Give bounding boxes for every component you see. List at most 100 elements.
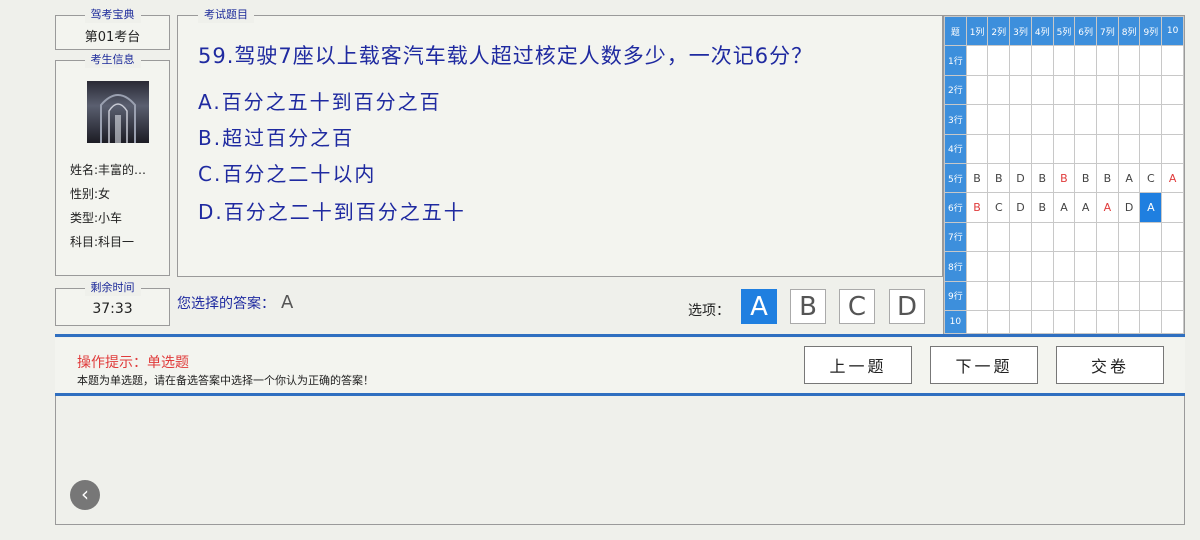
grid-cell[interactable] [1009,45,1032,76]
grid-cell[interactable] [1096,104,1119,135]
grid-cell[interactable] [987,45,1011,76]
grid-cell[interactable] [1139,104,1163,135]
grid-cell[interactable] [965,309,989,335]
grid-cell[interactable] [1139,280,1163,311]
grid-cell[interactable] [1096,221,1119,253]
grid-cell[interactable] [965,280,989,311]
grid-cell[interactable] [1052,280,1076,311]
grid-cell[interactable]: B [1096,162,1119,194]
grid-cell[interactable] [1074,133,1098,164]
grid-cell[interactable] [987,309,1011,335]
grid-cell[interactable]: B [1052,162,1076,194]
chevron-left-icon[interactable]: ‹ [70,480,100,510]
grid-cell[interactable]: B [965,162,989,194]
prev-question-button[interactable]: 上一题 [804,346,912,384]
grid-cell[interactable] [987,133,1011,164]
grid-cell[interactable]: B [965,192,989,223]
grid-cell[interactable] [1074,104,1098,135]
grid-cell[interactable] [1139,221,1163,253]
grid-cell[interactable] [1030,104,1054,135]
grid-cell[interactable] [1052,251,1076,282]
grid-cell[interactable] [965,45,989,76]
grid-cell[interactable] [1009,251,1032,282]
grid-cell[interactable] [1161,192,1184,223]
grid-cell[interactable] [1074,45,1098,76]
grid-cell[interactable] [1030,74,1054,106]
grid-cell[interactable] [1052,309,1076,335]
grid-cell[interactable] [1009,221,1032,253]
grid-cell[interactable]: A [1052,192,1076,223]
answer-button-a[interactable]: A [741,289,777,324]
answer-button-c[interactable]: C [839,289,875,324]
grid-cell[interactable] [1117,104,1141,135]
grid-cell[interactable]: A [1096,192,1119,223]
grid-cell[interactable] [1117,133,1141,164]
grid-cell[interactable]: B [1074,162,1098,194]
grid-cell[interactable] [1030,45,1054,76]
grid-cell[interactable]: B [1030,192,1054,223]
grid-cell[interactable] [987,74,1011,106]
answer-button-d[interactable]: D [889,289,925,324]
grid-cell[interactable] [1117,309,1141,335]
grid-cell[interactable] [1096,133,1119,164]
grid-cell[interactable]: B [987,162,1011,194]
grid-cell[interactable] [1052,221,1076,253]
grid-cell[interactable] [1074,251,1098,282]
grid-cell[interactable] [1009,74,1032,106]
grid-cell[interactable] [1009,133,1032,164]
grid-cell[interactable] [1030,251,1054,282]
grid-cell[interactable] [1009,280,1032,311]
grid-cell[interactable] [987,280,1011,311]
grid-cell[interactable] [1161,45,1184,76]
grid-cell[interactable] [1139,251,1163,282]
grid-cell-current[interactable]: A [1139,192,1163,223]
grid-cell[interactable] [1096,309,1119,335]
grid-cell[interactable]: C [1139,162,1163,194]
grid-cell[interactable] [1139,133,1163,164]
grid-cell[interactable] [1096,280,1119,311]
grid-cell[interactable] [1009,309,1032,335]
grid-cell[interactable] [1161,309,1184,335]
grid-cell[interactable] [1096,45,1119,76]
grid-cell[interactable] [1030,280,1054,311]
grid-cell[interactable] [965,251,989,282]
grid-cell[interactable]: A [1161,162,1184,194]
grid-cell[interactable] [1096,251,1119,282]
grid-cell[interactable]: A [1074,192,1098,223]
submit-exam-button[interactable]: 交卷 [1056,346,1164,384]
grid-cell[interactable]: B [1030,162,1054,194]
grid-cell[interactable] [1139,309,1163,335]
grid-cell[interactable]: C [987,192,1011,223]
grid-cell[interactable] [1117,221,1141,253]
grid-cell[interactable]: D [1009,192,1032,223]
grid-cell[interactable] [1074,74,1098,106]
grid-cell[interactable] [1074,221,1098,253]
grid-cell[interactable] [1030,133,1054,164]
grid-cell[interactable] [1117,45,1141,76]
grid-cell[interactable] [1117,251,1141,282]
grid-cell[interactable] [1030,221,1054,253]
grid-cell[interactable]: D [1009,162,1032,194]
grid-cell[interactable] [1052,104,1076,135]
grid-cell[interactable] [1074,309,1098,335]
grid-cell[interactable] [1161,221,1184,253]
grid-cell[interactable] [1117,280,1141,311]
grid-cell[interactable] [1161,74,1184,106]
grid-cell[interactable] [1117,74,1141,106]
grid-cell[interactable] [1139,45,1163,76]
grid-cell[interactable] [1161,251,1184,282]
grid-cell[interactable] [1074,280,1098,311]
grid-cell[interactable]: D [1117,192,1141,223]
grid-cell[interactable] [1096,74,1119,106]
grid-cell[interactable] [965,221,989,253]
grid-cell[interactable] [1009,104,1032,135]
grid-cell[interactable] [1161,133,1184,164]
grid-cell[interactable] [1030,309,1054,335]
grid-cell[interactable] [1161,104,1184,135]
grid-cell[interactable] [965,133,989,164]
grid-cell[interactable] [1052,74,1076,106]
grid-cell[interactable] [965,74,989,106]
next-question-button[interactable]: 下一题 [930,346,1038,384]
grid-cell[interactable] [1161,280,1184,311]
grid-cell[interactable] [1052,45,1076,76]
